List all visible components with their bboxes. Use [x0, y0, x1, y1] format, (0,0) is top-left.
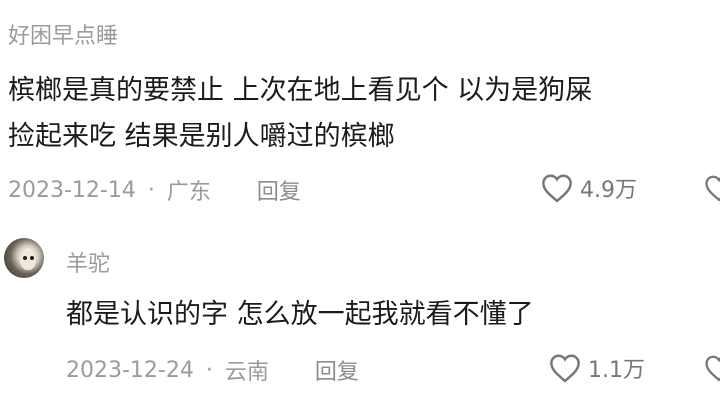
avatar[interactable]: [4, 238, 44, 278]
comment-meta: 2023-12-14 · 广东 回复: [8, 174, 301, 206]
avatar-eye: [23, 256, 27, 260]
like-count: 1.1万: [588, 358, 645, 383]
comment-location: 广东: [166, 180, 211, 205]
heart-outline-icon: [705, 355, 720, 382]
comment-username[interactable]: 好困早点睡: [8, 18, 118, 50]
dislike-button[interactable]: [704, 174, 720, 206]
comment-text-line: 槟榔是真的要禁止 上次在地上看见个 以为是狗屎: [8, 75, 593, 106]
like-button[interactable]: 4.9万: [540, 172, 637, 204]
comment-text: 槟榔是真的要禁止 上次在地上看见个 以为是狗屎 捡起来吃 结果是别人嚼过的槟榔: [8, 68, 592, 160]
reply-button[interactable]: 回复: [257, 174, 301, 206]
avatar-eye: [30, 256, 34, 260]
like-count: 4.9万: [580, 178, 637, 203]
meta-separator: ·: [147, 177, 155, 203]
heart-outline-icon: [550, 354, 580, 383]
heart-outline-icon: [705, 175, 720, 202]
comment-item: 好困早点睡 槟榔是真的要禁止 上次在地上看见个 以为是狗屎 捡起来吃 结果是别人…: [0, 0, 720, 230]
meta-separator: ·: [205, 357, 213, 383]
like-button[interactable]: 1.1万: [548, 352, 645, 384]
comment-date: 2023-12-14: [8, 177, 136, 203]
comment-item: 羊驼 都是认识的字 怎么放一起我就看不懂了 2023-12-24 · 云南 回复…: [0, 230, 720, 405]
comment-meta: 2023-12-24 · 云南 回复: [66, 354, 359, 386]
reply-button[interactable]: 回复: [315, 354, 359, 386]
comment-location: 云南: [224, 360, 269, 385]
heart-outline-icon: [542, 174, 572, 203]
dislike-button[interactable]: [704, 354, 720, 386]
comment-text-line: 捡起来吃 结果是别人嚼过的槟榔: [8, 121, 395, 152]
comment-username[interactable]: 羊驼: [66, 246, 110, 278]
comment-text-line: 都是认识的字 怎么放一起我就看不懂了: [66, 299, 534, 330]
comment-date: 2023-12-24: [66, 357, 194, 383]
comment-text: 都是认识的字 怎么放一起我就看不懂了: [66, 292, 534, 338]
